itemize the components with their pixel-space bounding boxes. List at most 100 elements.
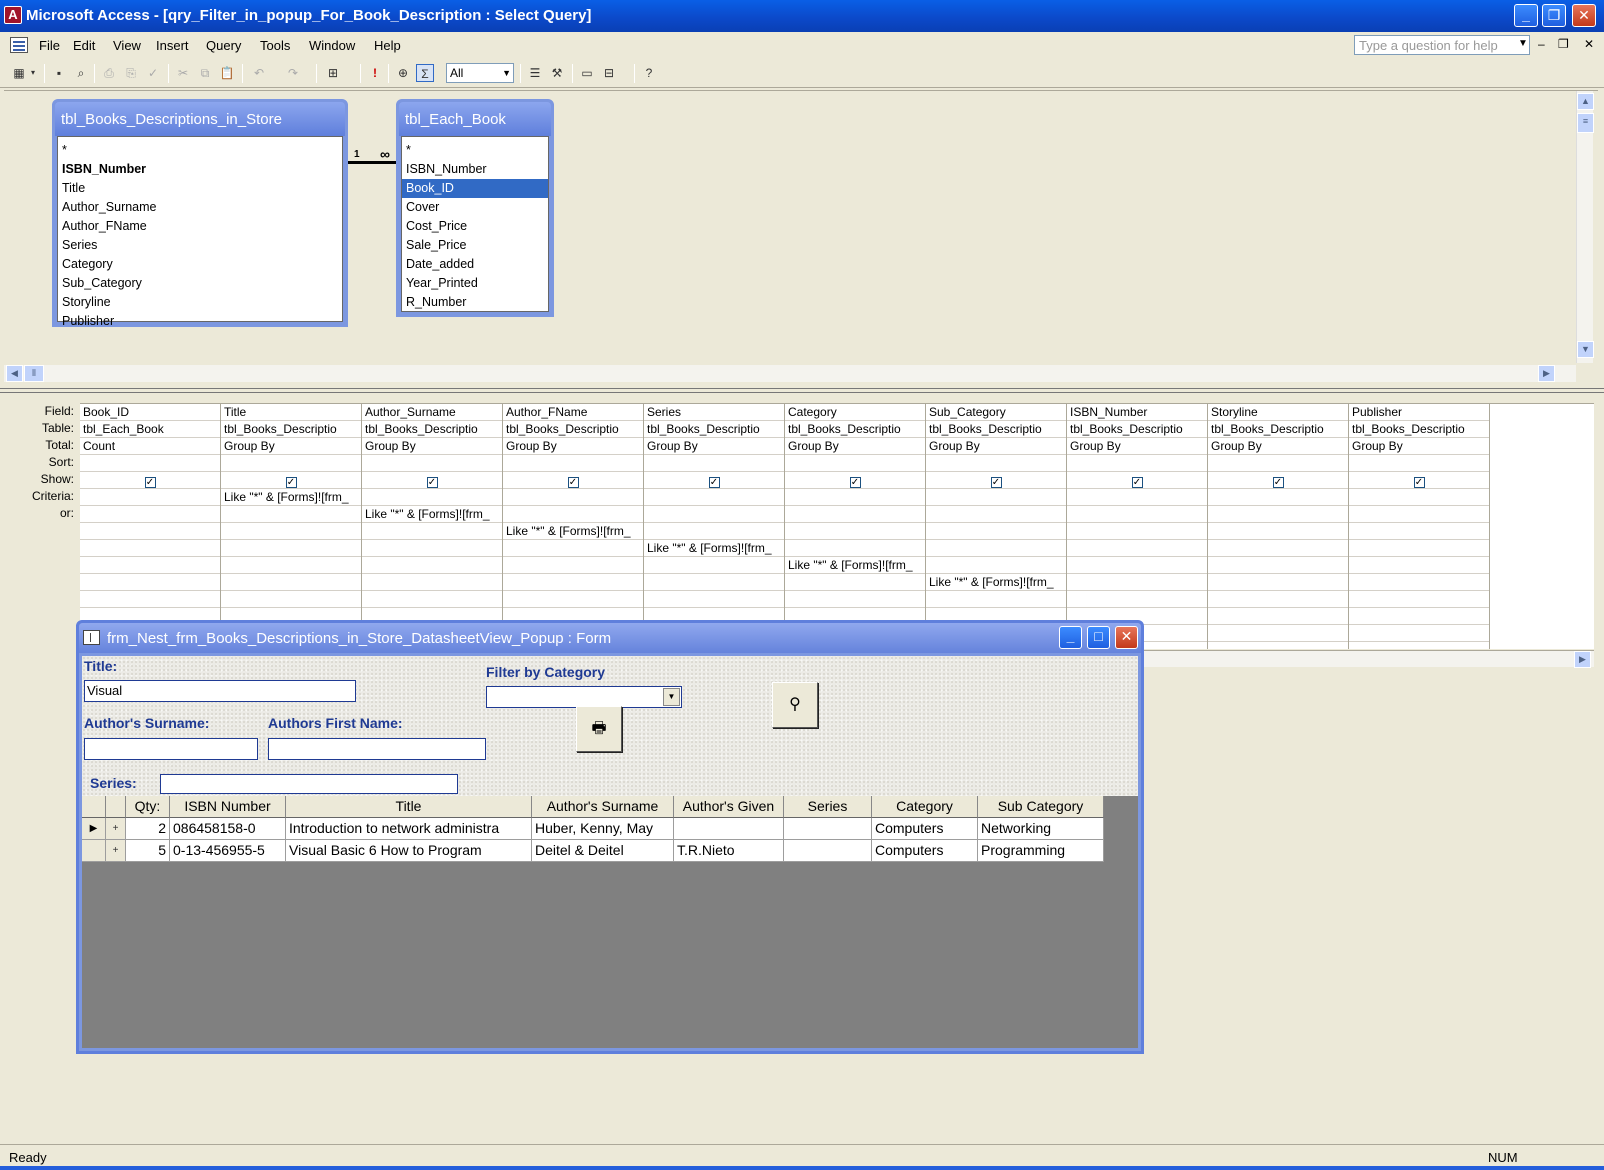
grid-cell-field[interactable]: Category <box>785 404 925 421</box>
cell-title[interactable]: Visual Basic 6 How to Program <box>286 840 532 862</box>
field-item[interactable]: Title <box>58 179 342 198</box>
grid-cell-criteria[interactable] <box>1208 608 1348 625</box>
grid-cell-table[interactable]: tbl_Books_Descriptio <box>503 421 643 438</box>
cell-sub-category[interactable]: Networking <box>978 818 1104 840</box>
record-selector-header[interactable] <box>82 796 106 818</box>
title-filter-input[interactable]: Visual <box>84 680 356 702</box>
cell-given[interactable] <box>674 818 784 840</box>
grid-cell-show[interactable]: ✓ <box>1349 472 1489 489</box>
grid-cell-total[interactable]: Group By <box>926 438 1066 455</box>
grid-cell-criteria[interactable]: Like "*" & [Forms]![frm_ <box>644 540 784 557</box>
menu-tools[interactable]: Tools <box>260 38 290 53</box>
grid-cell-criteria[interactable] <box>80 591 220 608</box>
grid-cell-criteria[interactable] <box>785 506 925 523</box>
table-each-book[interactable]: tbl_Each_Book * ISBN_Number Book_ID Cove… <box>396 99 554 317</box>
grid-cell-table[interactable]: tbl_Books_Descriptio <box>1349 421 1489 438</box>
print-icon[interactable]: ⎙ <box>100 64 118 82</box>
grid-cell-table[interactable]: tbl_Books_Descriptio <box>1067 421 1207 438</box>
grid-cell-table[interactable]: tbl_Books_Descriptio <box>926 421 1066 438</box>
help-dropdown-arrow-icon[interactable]: ▼ <box>1518 38 1528 49</box>
database-window-icon[interactable]: ▭ <box>578 64 596 82</box>
grid-cell-table[interactable]: tbl_Books_Descriptio <box>1208 421 1348 438</box>
grid-cell-criteria[interactable] <box>785 591 925 608</box>
grid-cell-sort[interactable] <box>785 455 925 472</box>
grid-cell-criteria[interactable] <box>926 523 1066 540</box>
copy-icon[interactable]: ⧉ <box>196 64 214 82</box>
grid-cell-criteria[interactable] <box>1349 574 1489 591</box>
help-question-box[interactable]: Type a question for help <box>1354 35 1530 55</box>
search-icon[interactable]: ⌕ <box>72 64 90 82</box>
grid-cell-field[interactable]: Book_ID <box>80 404 220 421</box>
grid-cell-criteria[interactable] <box>1349 591 1489 608</box>
grid-column[interactable]: Book_ID tbl_Each_Book Count ✓ <box>80 404 221 649</box>
grid-cell-table[interactable]: tbl_Books_Descriptio <box>362 421 502 438</box>
cell-qty[interactable]: 2 <box>126 818 170 840</box>
menu-edit[interactable]: Edit <box>73 38 95 53</box>
cell-isbn[interactable]: 086458158-0 <box>170 818 286 840</box>
grid-cell-total[interactable]: Group By <box>644 438 784 455</box>
grid-cell-criteria[interactable] <box>644 523 784 540</box>
column-header-category[interactable]: Category <box>872 796 978 818</box>
grid-cell-criteria[interactable] <box>644 557 784 574</box>
scroll-left-icon[interactable]: ◀ <box>6 365 23 382</box>
cell-sub-category[interactable]: Programming <box>978 840 1104 862</box>
field-item[interactable]: Cover <box>402 198 548 217</box>
grid-cell-criteria[interactable] <box>1067 557 1207 574</box>
field-item[interactable]: Category <box>58 255 342 274</box>
expand-icon[interactable]: + <box>106 840 126 862</box>
grid-cell-field[interactable]: ISBN_Number <box>1067 404 1207 421</box>
grid-cell-criteria[interactable] <box>1067 540 1207 557</box>
field-item[interactable]: Series <box>58 236 342 255</box>
grid-cell-sort[interactable] <box>1208 455 1348 472</box>
grid-column-empty[interactable] <box>1490 404 1594 649</box>
grid-cell-criteria[interactable] <box>926 557 1066 574</box>
grid-cell-criteria[interactable]: Like "*" & [Forms]![frm_ <box>926 574 1066 591</box>
cell-surname[interactable]: Huber, Kenny, May <box>532 818 674 840</box>
grid-cell-field[interactable]: Sub_Category <box>926 404 1066 421</box>
grid-cell-total[interactable]: Group By <box>1349 438 1489 455</box>
field-item[interactable]: Storyline <box>58 293 342 312</box>
grid-cell-table[interactable]: tbl_Each_Book <box>80 421 220 438</box>
show-checkbox[interactable]: ✓ <box>990 477 1002 488</box>
grid-cell-sort[interactable] <box>644 455 784 472</box>
grid-cell-criteria[interactable] <box>80 506 220 523</box>
grid-cell-criteria[interactable] <box>362 489 502 506</box>
grid-cell-criteria[interactable]: Like "*" & [Forms]![frm_ <box>785 557 925 574</box>
pane-splitter[interactable] <box>0 388 1604 393</box>
grid-column[interactable]: Storyline tbl_Books_Descriptio Group By ✓ <box>1208 404 1349 649</box>
undo-icon[interactable]: ↶ <box>250 64 268 82</box>
grid-cell-total[interactable]: Group By <box>221 438 361 455</box>
grid-cell-criteria[interactable] <box>1067 489 1207 506</box>
totals-icon[interactable]: Σ <box>416 64 434 82</box>
grid-column[interactable]: Series tbl_Books_Descriptio Group By ✓ Like … <box>644 404 785 649</box>
grid-cell-criteria[interactable] <box>80 489 220 506</box>
grid-column[interactable]: Author_FName tbl_Books_Descriptio Group By… <box>503 404 644 649</box>
grid-cell-criteria[interactable] <box>644 591 784 608</box>
grid-cell-criteria[interactable] <box>926 506 1066 523</box>
show-checkbox[interactable]: ✓ <box>708 477 720 488</box>
show-checkbox[interactable]: ✓ <box>285 477 297 488</box>
menu-insert[interactable]: Insert <box>156 38 189 53</box>
show-checkbox[interactable]: ✓ <box>1131 477 1143 488</box>
grid-cell-criteria[interactable] <box>362 557 502 574</box>
menu-file[interactable]: File <box>39 38 60 53</box>
grid-cell-sort[interactable] <box>221 455 361 472</box>
grid-cell-sort[interactable] <box>1349 455 1489 472</box>
show-checkbox[interactable]: ✓ <box>567 477 579 488</box>
grid-cell-criteria[interactable] <box>1349 523 1489 540</box>
grid-cell-field[interactable]: Author_FName <box>503 404 643 421</box>
show-checkbox[interactable]: ✓ <box>144 477 156 488</box>
scroll-down-icon[interactable]: ▼ <box>1577 341 1594 358</box>
grid-cell-criteria[interactable] <box>644 506 784 523</box>
grid-cell-criteria[interactable] <box>503 557 643 574</box>
table-books-descriptions[interactable]: tbl_Books_Descriptions_in_Store * ISBN_N… <box>52 99 348 328</box>
run-icon[interactable]: ! <box>366 64 384 82</box>
grid-cell-field[interactable]: Storyline <box>1208 404 1348 421</box>
grid-cell-show[interactable]: ✓ <box>80 472 220 489</box>
table-title[interactable]: tbl_Each_Book <box>399 102 551 136</box>
grid-cell-criteria[interactable] <box>1208 557 1348 574</box>
column-header-surname[interactable]: Author's Surname <box>532 796 674 818</box>
paste-icon[interactable]: 📋 <box>218 64 236 82</box>
grid-cell-criteria[interactable] <box>1208 506 1348 523</box>
show-checkbox[interactable]: ✓ <box>1272 477 1284 488</box>
